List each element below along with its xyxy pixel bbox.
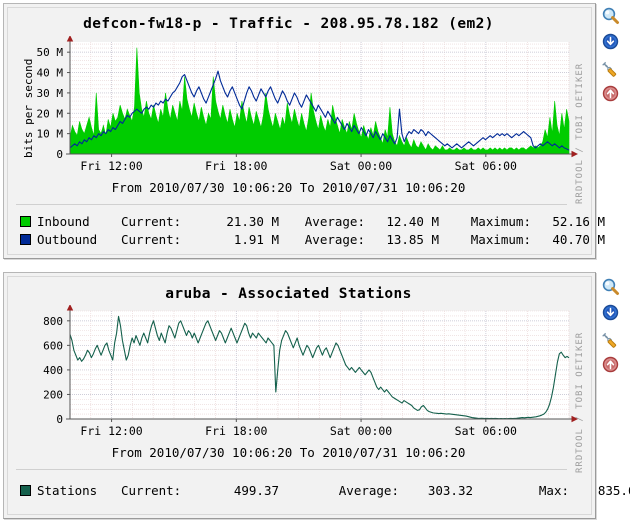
legend-traffic: Inbound Current: 21.30 M Average: 12.40 M Max… bbox=[20, 212, 605, 248]
legend-lab-text: Current: bbox=[121, 482, 182, 498]
legend-row: Inbound Current: 21.30 M Average: 12.40 M Max… bbox=[20, 212, 605, 230]
svg-text:Sat 00:00: Sat 00:00 bbox=[330, 424, 392, 438]
graph-settings-icon[interactable] bbox=[601, 329, 623, 351]
legend-lab-text: Average: bbox=[304, 231, 365, 247]
svg-text:200: 200 bbox=[43, 388, 63, 401]
graph-actions-stations bbox=[601, 277, 627, 381]
legend-val-text: 835.67 bbox=[597, 482, 630, 498]
graph-title-stations: aruba - Associated Stations bbox=[165, 286, 412, 302]
date-range-traffic: From 2010/07/30 10:06:20 To 2010/07/31 1… bbox=[111, 180, 466, 195]
legend-divider-stations bbox=[16, 469, 567, 470]
legend-lab-text: Current: bbox=[121, 231, 182, 247]
legend-row: Outbound Current: 1.91 M Average: 13.85 M Max… bbox=[20, 230, 605, 248]
graph-actions-traffic bbox=[601, 6, 627, 110]
svg-text:0: 0 bbox=[56, 148, 63, 161]
legend-lab-text: Current: bbox=[121, 213, 182, 229]
date-range-stations: From 2010/07/30 10:06:20 To 2010/07/31 1… bbox=[111, 445, 466, 460]
legend-name-text: Outbound bbox=[37, 231, 98, 247]
legend-val-text: 12.40 M bbox=[386, 213, 439, 229]
graph-panel-traffic-inner: defcon-fw18-p - Traffic - 208.95.78.182 … bbox=[7, 7, 605, 255]
graph-settings-icon[interactable] bbox=[601, 58, 623, 80]
svg-text:0: 0 bbox=[56, 413, 63, 426]
svg-text:Fri 12:00: Fri 12:00 bbox=[80, 424, 142, 438]
legend-lab-text: Max: bbox=[538, 482, 569, 498]
legend-lab-text: Average: bbox=[304, 213, 365, 229]
legend-color-swatch bbox=[20, 233, 31, 245]
svg-text:50 M: 50 M bbox=[37, 46, 64, 59]
svg-text:400: 400 bbox=[43, 364, 63, 377]
zoom-icon[interactable] bbox=[601, 6, 623, 28]
legend-val-text: 303.32 bbox=[427, 482, 473, 498]
csv-export-icon[interactable] bbox=[601, 303, 623, 325]
svg-text:20 M: 20 M bbox=[37, 107, 64, 120]
cacti-graph-page: defcon-fw18-p - Traffic - 208.95.78.182 … bbox=[0, 0, 630, 526]
legend-divider-traffic bbox=[16, 204, 567, 205]
svg-text:800: 800 bbox=[43, 315, 63, 328]
legend-lab-text: Maximum: bbox=[470, 231, 531, 247]
graph-title-traffic: defcon-fw18-p - Traffic - 208.95.78.182 … bbox=[83, 16, 494, 32]
plot-area-stations: 0 200 400 600 800 Fri 12:00 Fri 18:00 Sat 00:00… bbox=[16, 305, 581, 441]
legend-val-text: 1.91 M bbox=[233, 231, 279, 247]
svg-text:Fri 18:00: Fri 18:00 bbox=[205, 159, 267, 173]
csv-export-icon[interactable] bbox=[601, 32, 623, 54]
page-top-icon[interactable] bbox=[601, 355, 623, 377]
rrdtool-watermark: RRDTOOL / TOBI OETIKER bbox=[575, 62, 585, 204]
legend-color-swatch bbox=[20, 484, 31, 496]
legend-lab-text: Average: bbox=[338, 482, 399, 498]
legend-stations: Stations Current: 499.37 Average: 303.32 Max:… bbox=[20, 481, 630, 499]
legend-name-text: Stations bbox=[37, 482, 98, 498]
svg-text:Sat 00:00: Sat 00:00 bbox=[330, 159, 392, 173]
legend-lab-text: Maximum: bbox=[470, 213, 531, 229]
svg-text:Fri 12:00: Fri 12:00 bbox=[80, 159, 142, 173]
graph-panel-traffic: defcon-fw18-p - Traffic - 208.95.78.182 … bbox=[3, 3, 605, 259]
zoom-icon[interactable] bbox=[601, 277, 623, 299]
legend-val-text: 52.16 M bbox=[552, 213, 605, 229]
rrdtool-watermark: RRDTOOL / TOBI OETIKER bbox=[575, 331, 585, 473]
svg-text:600: 600 bbox=[43, 339, 63, 352]
legend-val-text: 499.37 bbox=[233, 482, 279, 498]
legend-val-text: 21.30 M bbox=[226, 213, 279, 229]
svg-text:Sat 06:00: Sat 06:00 bbox=[455, 159, 517, 173]
svg-text:40 M: 40 M bbox=[37, 67, 64, 80]
graph-panel-stations: aruba - Associated Stations 0 200 400 600 80… bbox=[3, 272, 630, 519]
page-top-icon[interactable] bbox=[601, 84, 623, 106]
graph-panel-stations-inner: aruba - Associated Stations 0 200 400 600 80… bbox=[7, 276, 630, 515]
legend-color-swatch bbox=[20, 215, 31, 227]
svg-text:Fri 18:00: Fri 18:00 bbox=[205, 424, 267, 438]
legend-row: Stations Current: 499.37 Average: 303.32 Max:… bbox=[20, 481, 630, 499]
svg-text:10 M: 10 M bbox=[37, 128, 64, 141]
legend-val-text: 40.70 M bbox=[552, 231, 605, 247]
plot-area-traffic: 0 10 M 20 M 30 M 40 M 50 M Fri 12:00 Fri 18:00 S… bbox=[16, 36, 581, 176]
legend-name-text: Inbound bbox=[37, 213, 90, 229]
legend-val-text: 13.85 M bbox=[386, 231, 439, 247]
svg-text:Sat 06:00: Sat 06:00 bbox=[455, 424, 517, 438]
svg-text:30 M: 30 M bbox=[37, 87, 64, 100]
